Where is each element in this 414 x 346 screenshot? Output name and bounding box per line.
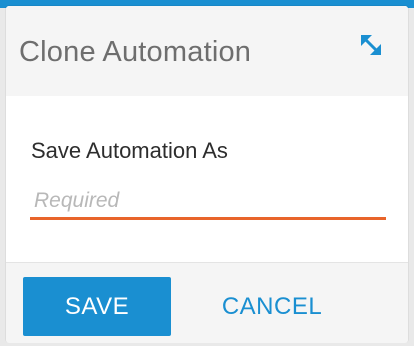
dialog-title: Clone Automation [19, 36, 252, 68]
expand-diagonal-icon[interactable] [360, 34, 382, 56]
dialog-footer: SAVE CANCEL [6, 262, 408, 343]
clone-automation-dialog: Clone Automation Save Automation As SAVE… [6, 6, 408, 343]
dialog-body: Save Automation As [6, 96, 408, 262]
dialog-header: Clone Automation [6, 6, 408, 96]
automation-name-input[interactable] [30, 184, 386, 220]
expand-diagonal-icon-graphic [361, 35, 381, 55]
save-button[interactable]: SAVE [23, 277, 171, 336]
cancel-button[interactable]: CANCEL [202, 277, 342, 336]
save-as-label: Save Automation As [31, 138, 228, 163]
